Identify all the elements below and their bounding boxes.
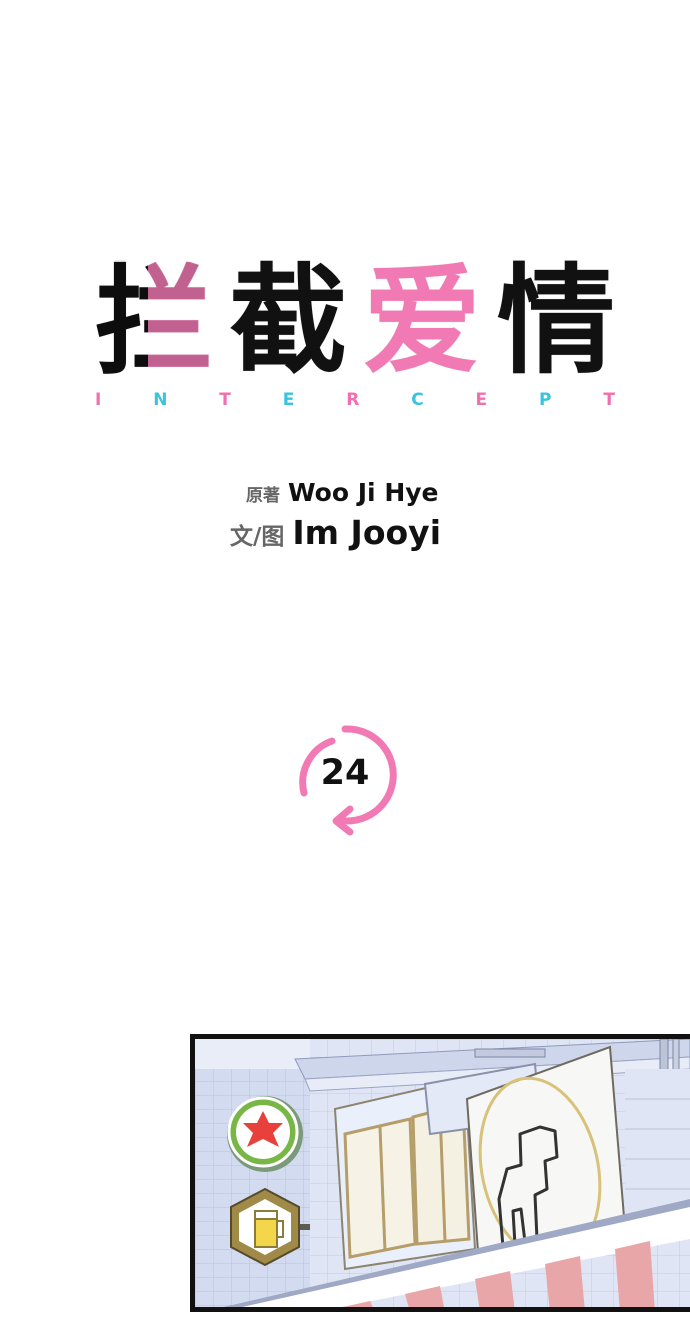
title-letter: R [346, 390, 360, 410]
title-char-3: 爱 [362, 251, 481, 390]
artist-label: 文/图 [230, 524, 285, 550]
title-letter: T [603, 390, 615, 410]
title-char-4: 情 [496, 251, 615, 390]
author-label: 原著 [246, 486, 280, 506]
credits: 原著 Woo Ji Hye 文/图 Im Jooyi [230, 478, 490, 552]
author-credit: 原著 Woo Ji Hye [246, 478, 490, 507]
comic-title: 拦 截 爱 情 I N T E R C E P T [95, 258, 615, 418]
artist-name: Im Jooyi [292, 513, 442, 552]
title-char-2: 截 [228, 251, 347, 390]
star-sign-icon [227, 1096, 303, 1172]
title-letter: C [411, 390, 424, 410]
comic-panel [190, 1034, 690, 1312]
title-letter: T [219, 390, 231, 410]
artist-credit: 文/图 Im Jooyi [230, 513, 490, 552]
title-letter: E [282, 390, 295, 410]
title-letter: N [153, 390, 168, 410]
title-english: I N T E R C E P T [95, 390, 615, 410]
title-letter: I [95, 390, 102, 410]
author-name: Woo Ji Hye [288, 478, 439, 507]
street-scene-illustration [195, 1039, 690, 1307]
title-letter: P [539, 390, 552, 410]
episode-number: 24 [320, 753, 370, 793]
title-char-1: 拦 [95, 251, 214, 390]
title-chinese: 拦 截 爱 情 [95, 258, 615, 383]
title-letter: E [475, 390, 488, 410]
episode-badge: 24 [292, 723, 402, 838]
